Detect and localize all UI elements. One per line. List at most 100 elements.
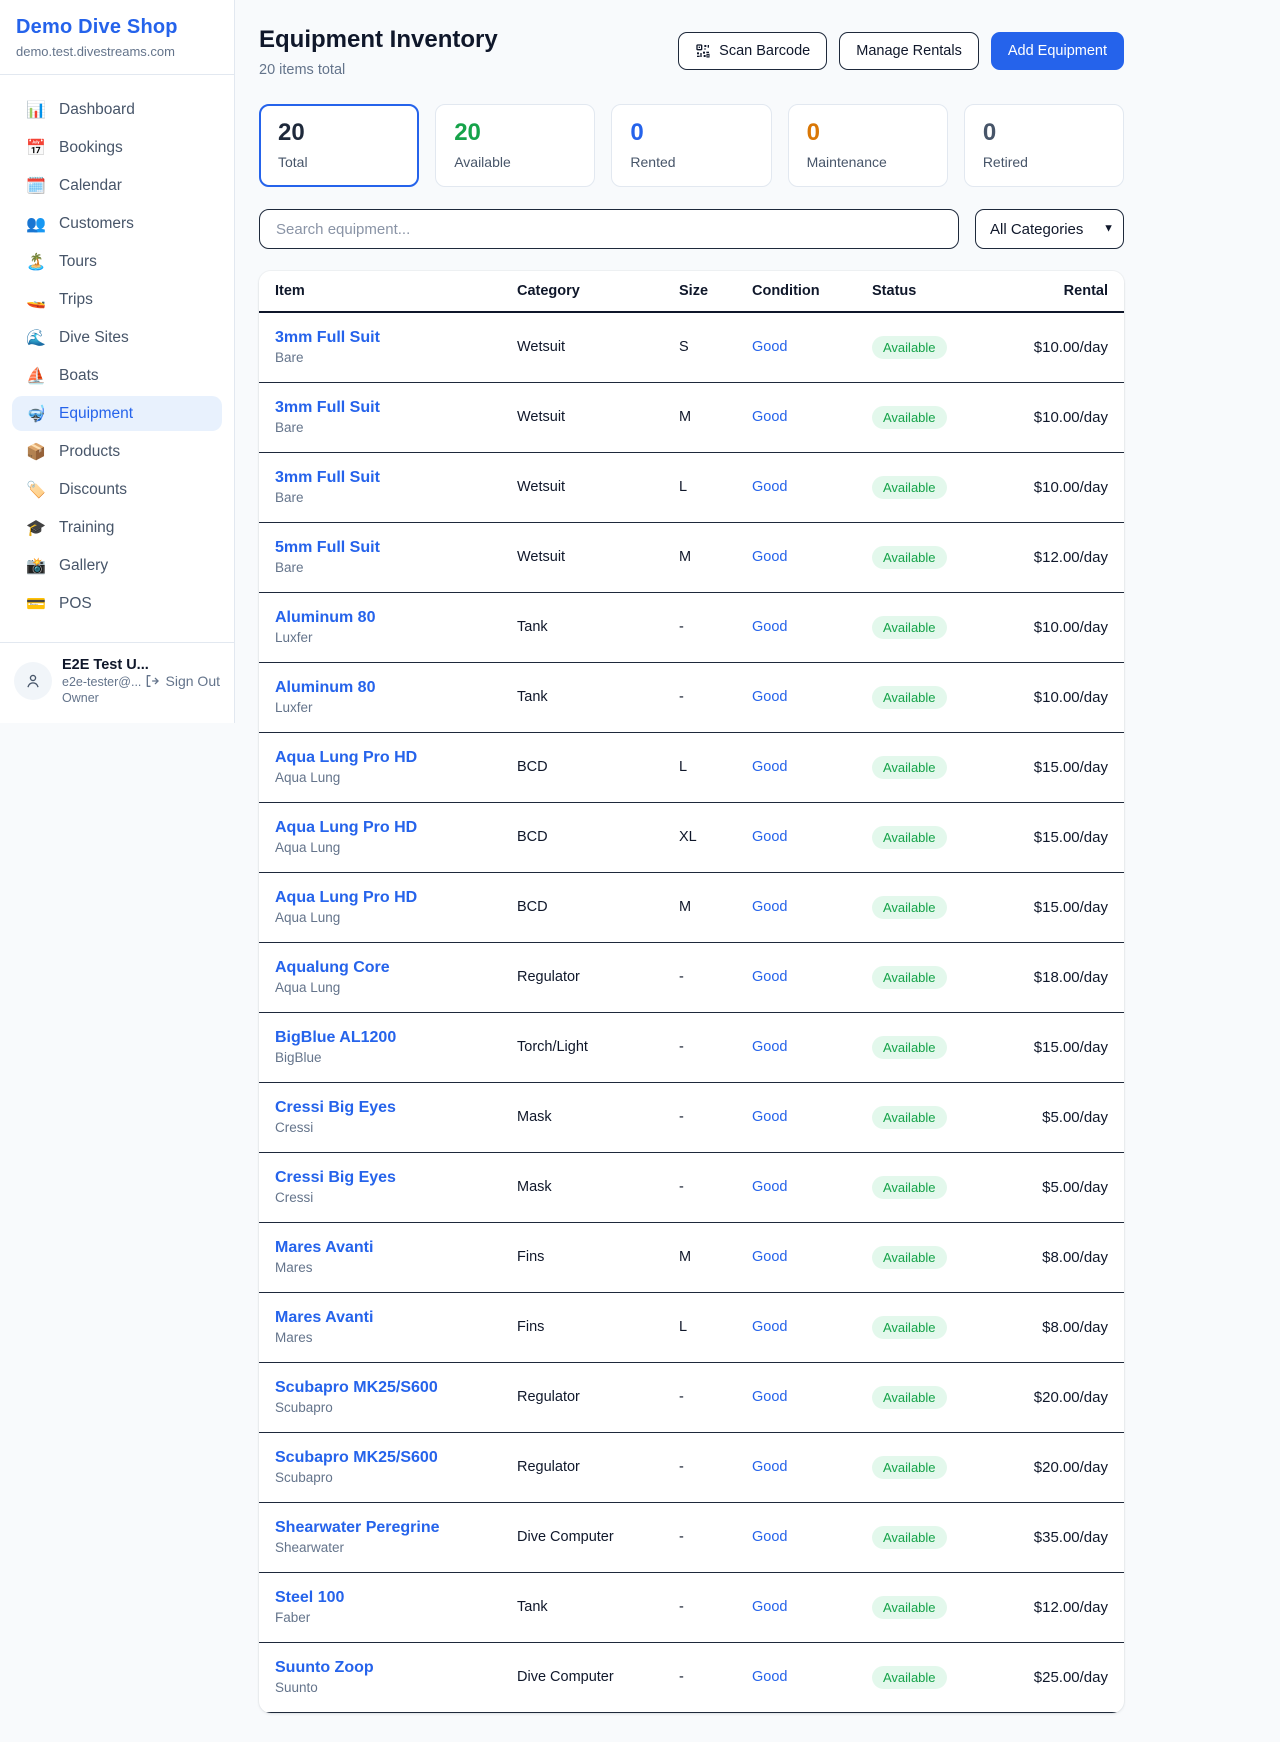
stat-card[interactable]: 20 Total (259, 104, 419, 187)
sidebar-item-training[interactable]: 🎓 Training (12, 510, 222, 545)
item-name-link[interactable]: Mares Avanti (275, 1239, 501, 1257)
item-category: Torch/Light (509, 1012, 671, 1082)
status-badge: Available (872, 1666, 947, 1689)
table-row: Aqua Lung Pro HD Aqua Lung BCD XL Good A… (259, 802, 1124, 872)
sidebar-item-boats[interactable]: ⛵ Boats (12, 358, 222, 393)
person-icon (24, 672, 42, 690)
condition-link[interactable]: Good (752, 409, 787, 425)
sidebar-item-bookings[interactable]: 📅 Bookings (12, 130, 222, 165)
condition-link[interactable]: Good (752, 479, 787, 495)
item-name-link[interactable]: Aqua Lung Pro HD (275, 749, 501, 767)
page-title: Equipment Inventory (259, 26, 498, 54)
item-name-link[interactable]: Cressi Big Eyes (275, 1099, 501, 1117)
rental-price: $10.00/day (1014, 662, 1124, 732)
sidebar-item-tours[interactable]: 🏝️ Tours (12, 244, 222, 279)
table-row: Scubapro MK25/S600 Scubapro Regulator - … (259, 1362, 1124, 1432)
scan-barcode-button[interactable]: Scan Barcode (678, 32, 827, 70)
sidebar-item-equipment[interactable]: 🤿 Equipment (12, 396, 222, 431)
sidebar-item-dashboard[interactable]: 📊 Dashboard (12, 92, 222, 127)
condition-link[interactable]: Good (752, 1669, 787, 1685)
stat-value: 20 (278, 119, 400, 147)
manage-rentals-button[interactable]: Manage Rentals (839, 32, 979, 70)
stats-row: 20 Total 20 Available 0 Rented 0 Mainten… (259, 104, 1124, 187)
status-badge: Available (872, 476, 947, 499)
category-select[interactable]: All Categories (975, 209, 1124, 249)
sign-out-button[interactable]: Sign Out (144, 673, 220, 689)
sidebar-item-dive-sites[interactable]: 🌊 Dive Sites (12, 320, 222, 355)
item-name-link[interactable]: 3mm Full Suit (275, 329, 501, 347)
item-name-link[interactable]: Aluminum 80 (275, 679, 501, 697)
item-name-link[interactable]: Scubapro MK25/S600 (275, 1449, 501, 1467)
condition-link[interactable]: Good (752, 689, 787, 705)
sidebar-item-customers[interactable]: 👥 Customers (12, 206, 222, 241)
page-header: Equipment Inventory 20 items total (259, 26, 1124, 78)
sidebar-item-gallery[interactable]: 📸 Gallery (12, 548, 222, 583)
condition-link[interactable]: Good (752, 549, 787, 565)
search-input[interactable] (259, 209, 959, 249)
item-name-link[interactable]: Aqua Lung Pro HD (275, 819, 501, 837)
rental-price: $5.00/day (1014, 1152, 1124, 1222)
stat-card[interactable]: 0 Maintenance (788, 104, 948, 187)
item-name-link[interactable]: BigBlue AL1200 (275, 1029, 501, 1047)
condition-link[interactable]: Good (752, 759, 787, 775)
item-name-link[interactable]: 5mm Full Suit (275, 539, 501, 557)
table-row: 3mm Full Suit Bare Wetsuit M Good Availa… (259, 382, 1124, 452)
item-name-link[interactable]: Aqualung Core (275, 959, 501, 977)
stat-label: Total (278, 154, 400, 170)
add-equipment-button[interactable]: Add Equipment (991, 32, 1124, 70)
sidebar-item-discounts[interactable]: 🏷️ Discounts (12, 472, 222, 507)
nav-item-icon: 📅 (26, 138, 46, 157)
condition-link[interactable]: Good (752, 339, 787, 355)
item-name-link[interactable]: Cressi Big Eyes (275, 1169, 501, 1187)
item-name-link[interactable]: Scubapro MK25/S600 (275, 1379, 501, 1397)
condition-link[interactable]: Good (752, 969, 787, 985)
condition-link[interactable]: Good (752, 1249, 787, 1265)
table-row: 3mm Full Suit Bare Wetsuit L Good Availa… (259, 452, 1124, 522)
item-name-link[interactable]: Steel 100 (275, 1589, 501, 1607)
sidebar-item-trips[interactable]: 🚤 Trips (12, 282, 222, 317)
nav-item-label: Gallery (59, 557, 108, 575)
item-size: - (671, 1572, 744, 1642)
manage-rentals-label: Manage Rentals (856, 43, 962, 59)
nav-item-label: Bookings (59, 139, 123, 157)
item-name-link[interactable]: 3mm Full Suit (275, 399, 501, 417)
item-name-link[interactable]: Aluminum 80 (275, 609, 501, 627)
item-name-link[interactable]: Suunto Zoop (275, 1659, 501, 1677)
item-size: - (671, 1012, 744, 1082)
rental-price: $15.00/day (1014, 732, 1124, 802)
item-name-link[interactable]: Mares Avanti (275, 1309, 501, 1327)
nav-item-icon: 🎓 (26, 518, 46, 537)
rental-price: $25.00/day (1014, 1642, 1124, 1712)
condition-link[interactable]: Good (752, 619, 787, 635)
condition-link[interactable]: Good (752, 1459, 787, 1475)
sidebar-item-products[interactable]: 📦 Products (12, 434, 222, 469)
item-name-link[interactable]: Shearwater Peregrine (275, 1519, 501, 1537)
table-row: Aqua Lung Pro HD Aqua Lung BCD M Good Av… (259, 872, 1124, 942)
condition-link[interactable]: Good (752, 1039, 787, 1055)
table-row: Suunto Zoop Suunto Dive Computer - Good … (259, 1642, 1124, 1712)
rental-price: $20.00/day (1014, 1362, 1124, 1432)
sidebar-item-pos[interactable]: 💳 POS (12, 586, 222, 621)
condition-link[interactable]: Good (752, 1599, 787, 1615)
stat-card[interactable]: 0 Rented (611, 104, 771, 187)
condition-link[interactable]: Good (752, 829, 787, 845)
stat-card[interactable]: 20 Available (435, 104, 595, 187)
item-name-link[interactable]: Aqua Lung Pro HD (275, 889, 501, 907)
condition-link[interactable]: Good (752, 1529, 787, 1545)
condition-link[interactable]: Good (752, 1179, 787, 1195)
table-row: Mares Avanti Mares Fins L Good Available… (259, 1292, 1124, 1362)
stat-card[interactable]: 0 Retired (964, 104, 1124, 187)
sign-out-label: Sign Out (166, 673, 220, 689)
condition-link[interactable]: Good (752, 1109, 787, 1125)
sidebar-item-calendar[interactable]: 🗓️ Calendar (12, 168, 222, 203)
item-category: Tank (509, 662, 671, 732)
item-brand: Cressi (275, 1190, 501, 1205)
condition-link[interactable]: Good (752, 899, 787, 915)
sidebar-nav: 📊 Dashboard 📅 Bookings 🗓️ Calendar 👥 Cus… (0, 75, 234, 634)
item-brand: Scubapro (275, 1470, 501, 1485)
nav-item-label: Trips (59, 291, 93, 309)
item-name-link[interactable]: 3mm Full Suit (275, 469, 501, 487)
condition-link[interactable]: Good (752, 1389, 787, 1405)
condition-link[interactable]: Good (752, 1319, 787, 1335)
rental-price: $35.00/day (1014, 1502, 1124, 1572)
